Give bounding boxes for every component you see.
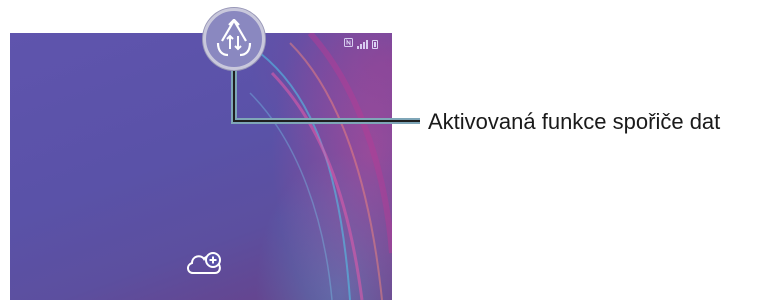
status-bar (344, 37, 378, 51)
battery-icon (372, 39, 378, 49)
data-saver-badge (203, 8, 265, 70)
callout-label: Aktivovaná funkce spořiče dat (428, 109, 721, 134)
cloud-add-icon[interactable] (185, 247, 225, 277)
signal-bars-icon (357, 39, 368, 49)
data-saver-icon (216, 19, 252, 57)
nfc-icon (344, 38, 353, 50)
phone-screen (10, 33, 392, 300)
